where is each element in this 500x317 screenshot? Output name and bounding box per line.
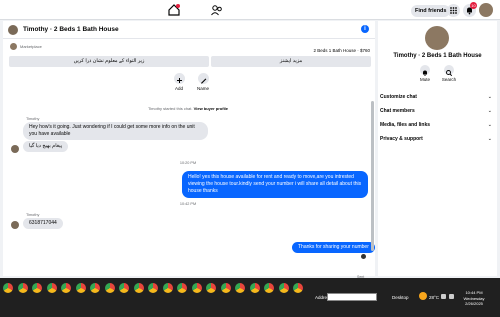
taskbar-app-icon[interactable] <box>119 283 129 293</box>
chat-title[interactable]: Timothy · 2 Beds 1 Bath House <box>23 26 119 33</box>
clock-date: 2/26/2025 <box>465 301 483 306</box>
volume-icon[interactable] <box>449 294 454 299</box>
taskbar-app-icon[interactable] <box>293 283 303 293</box>
contact-avatar[interactable] <box>8 25 18 35</box>
taskbar-app-icon[interactable] <box>104 283 115 293</box>
chat-members-row[interactable]: Chat members ⌄ <box>380 106 495 116</box>
taskbar-app-icon[interactable] <box>278 283 289 293</box>
name-action[interactable]: Name <box>191 73 215 91</box>
network-icon[interactable] <box>441 294 446 299</box>
system-message: Timothy started this chat. View buyer pr… <box>3 106 373 111</box>
customize-chat-label: Customize chat <box>380 94 417 100</box>
message-bubble-outgoing[interactable]: Thanks for sharing your number <box>292 242 375 253</box>
taskbar-app-icon[interactable] <box>90 283 100 293</box>
customize-chat-row[interactable]: Customize chat ⌄ <box>380 92 495 102</box>
mute-action[interactable]: Mute <box>413 65 437 82</box>
sender-name: Timothy <box>26 117 40 121</box>
chevron-down-icon: ⌄ <box>487 122 492 128</box>
home-icon[interactable] <box>167 3 181 17</box>
timestamp: 10:20 PM <box>179 161 197 165</box>
sender-avatar[interactable] <box>11 221 19 229</box>
name-label: Name <box>196 86 209 91</box>
system-text: Timothy started this chat. <box>147 106 193 111</box>
bell-icon <box>423 70 427 76</box>
chevron-down-icon: ⌄ <box>487 108 492 114</box>
media-files-label: Media, files and links <box>380 122 431 128</box>
taskbar-app-icon[interactable] <box>249 283 260 293</box>
taskbar-app-icon[interactable] <box>264 283 274 293</box>
chevron-down-icon: ⌄ <box>487 94 492 100</box>
listing-summary[interactable]: 2 Beds 1 Bath House · $760 <box>313 48 370 53</box>
taskbar-app-icon[interactable] <box>191 283 202 293</box>
taskbar-app-icon[interactable] <box>235 283 245 293</box>
taskbar-app-icon[interactable] <box>220 283 231 293</box>
search-action[interactable]: Search <box>437 65 461 82</box>
grid-icon <box>450 7 457 14</box>
marketplace-label: Marketplace <box>20 44 42 49</box>
timestamp: 10:42 PM <box>179 202 197 206</box>
chat-members-label: Chat members <box>380 108 415 114</box>
profile-avatar[interactable] <box>479 3 493 17</box>
taskbar-app-icon[interactable] <box>133 283 144 293</box>
taskbar-app-icon[interactable] <box>61 283 71 293</box>
add-label: Add <box>174 86 183 91</box>
taskbar-app-icon[interactable] <box>17 283 28 293</box>
friends-icon[interactable] <box>210 3 224 17</box>
system-clock[interactable]: 10:44 PM Wednesday 2/26/2025 <box>459 290 489 307</box>
view-buyer-profile-link[interactable]: View buyer profile <box>194 106 228 111</box>
search-icon <box>446 70 453 77</box>
temperature: 28°C <box>429 295 440 300</box>
privacy-support-row[interactable]: Privacy & support ⌄ <box>380 134 495 144</box>
taskbar-app-icon[interactable] <box>206 283 216 293</box>
add-action[interactable]: Add <box>167 73 191 91</box>
weather-icon[interactable] <box>419 292 427 300</box>
chat-scrollbar[interactable] <box>371 101 374 251</box>
notification-badge: 10 <box>470 2 477 9</box>
taskbar: Address Desktop 28°C 10:44 PM Wednesday … <box>0 278 500 317</box>
seen-indicator <box>361 254 366 259</box>
menu-grid-button[interactable] <box>447 4 460 17</box>
contact-name: Timothy · 2 Beds 1 Bath House <box>393 53 482 59</box>
message-bubble-incoming[interactable]: Hey how's it going. Just wondering if I … <box>23 122 208 140</box>
taskbar-app-icon[interactable] <box>177 283 187 293</box>
plus-icon <box>176 78 182 83</box>
taskbar-app-icon[interactable] <box>148 283 158 293</box>
taskbar-app-icon[interactable] <box>75 283 86 293</box>
message-bubble-incoming[interactable]: پیغام بھیج دیا گیا <box>23 141 69 152</box>
chat-header: Timothy · 2 Beds 1 Bath House i <box>3 21 375 39</box>
conversation-info-panel: Timothy · 2 Beds 1 Bath House Mute Searc… <box>378 21 497 276</box>
pencil-icon <box>200 78 206 84</box>
taskbar-app-icon[interactable] <box>46 283 57 293</box>
sender-avatar[interactable] <box>11 145 19 153</box>
top-navigation: Find friends 10 <box>0 0 500 20</box>
taskbar-app-icon[interactable] <box>3 283 13 293</box>
media-files-row[interactable]: Media, files and links ⌄ <box>380 120 495 130</box>
contact-avatar-large[interactable] <box>425 26 449 50</box>
privacy-support-label: Privacy & support <box>380 136 423 142</box>
mark-pending-button[interactable]: زیر التواء کے معلوم نشان ذرا کریں <box>9 56 209 67</box>
chevron-down-icon: ⌄ <box>487 136 492 142</box>
taskbar-app-icon[interactable] <box>32 283 42 293</box>
message-bubble-outgoing[interactable]: Hello! yes this house available for rent… <box>182 171 368 198</box>
find-friends-button[interactable]: Find friends <box>411 5 451 17</box>
marketplace-avatar <box>10 43 17 50</box>
address-input[interactable] <box>327 293 377 301</box>
taskbar-app-icon[interactable] <box>162 283 173 293</box>
sender-name: Timothy <box>26 213 40 217</box>
desktop-toolbar[interactable]: Desktop <box>392 295 409 300</box>
chat-panel: Timothy · 2 Beds 1 Bath House i Marketpl… <box>3 21 375 292</box>
more-options-button[interactable]: مزید اپشنز <box>211 56 371 67</box>
message-bubble-incoming[interactable]: 6318717044 <box>23 218 63 229</box>
info-icon[interactable]: i <box>361 25 369 33</box>
